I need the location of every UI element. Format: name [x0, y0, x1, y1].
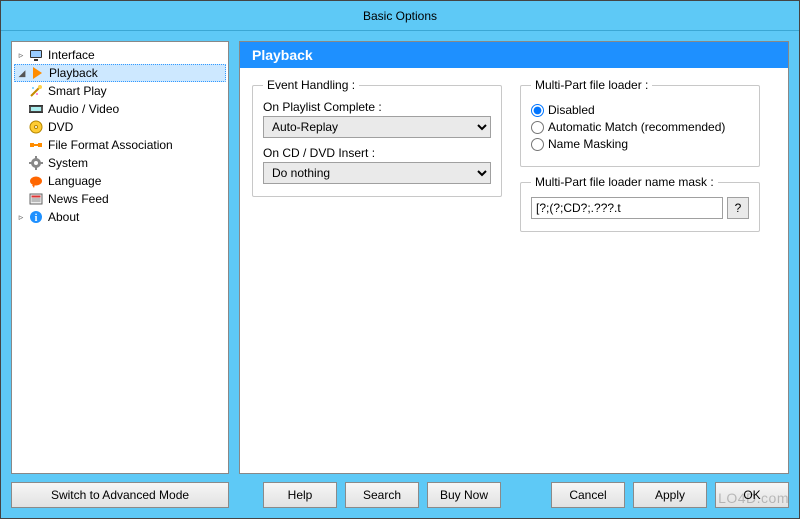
multipart-group: Multi-Part file loader : Disabled Automa…: [520, 78, 760, 167]
switch-mode-button[interactable]: Switch to Advanced Mode: [11, 482, 229, 508]
radio-label: Automatic Match (recommended): [548, 120, 725, 134]
expander-icon[interactable]: ▹: [16, 50, 26, 60]
help-button[interactable]: Help: [263, 482, 337, 508]
multipart-option-disabled[interactable]: Disabled: [531, 103, 749, 117]
radio-label: Name Masking: [548, 137, 628, 151]
cddvd-insert-select[interactable]: Do nothing: [263, 162, 491, 184]
multipart-mask-group: Multi-Part file loader name mask : ?: [520, 175, 760, 232]
media-icon: [28, 101, 44, 117]
apply-button[interactable]: Apply: [633, 482, 707, 508]
main-row: ▹ Interface ◢ Pl: [11, 41, 789, 474]
tree-item-fileformat[interactable]: ▹ File Format Association: [14, 136, 226, 154]
cancel-button[interactable]: Cancel: [551, 482, 625, 508]
tree-label: About: [46, 210, 79, 224]
window-title: Basic Options: [363, 9, 437, 23]
panel-body: Event Handling : On Playlist Complete : …: [240, 68, 788, 473]
cddvd-insert-label: On CD / DVD Insert :: [263, 146, 491, 160]
tree-label: News Feed: [46, 192, 109, 206]
options-window: Basic Options ▹ Interface: [0, 0, 800, 519]
nav-tree[interactable]: ▹ Interface ◢ Pl: [11, 41, 229, 474]
tree-label: Playback: [47, 66, 98, 80]
multipart-option-mask[interactable]: Name Masking: [531, 137, 749, 151]
tree-label: File Format Association: [46, 138, 173, 152]
gear-icon: [28, 155, 44, 171]
ok-button[interactable]: OK: [715, 482, 789, 508]
tree-item-about[interactable]: ▹ i About: [14, 208, 226, 226]
buy-now-button[interactable]: Buy Now: [427, 482, 501, 508]
titlebar: Basic Options: [1, 1, 799, 31]
event-handling-group: Event Handling : On Playlist Complete : …: [252, 78, 502, 197]
news-icon: [28, 191, 44, 207]
search-button[interactable]: Search: [345, 482, 419, 508]
tree-label: Audio / Video: [46, 102, 119, 116]
tree-item-playback[interactable]: ◢ Playback: [14, 64, 226, 82]
multipart-option-auto[interactable]: Automatic Match (recommended): [531, 120, 749, 134]
radio-label: Disabled: [548, 103, 595, 117]
mask-input[interactable]: [531, 197, 723, 219]
tree-item-system[interactable]: ▹ System: [14, 154, 226, 172]
play-icon: [29, 65, 45, 81]
tree-item-audiovideo[interactable]: ▹ Audio / Video: [14, 100, 226, 118]
mask-help-button[interactable]: ?: [727, 197, 749, 219]
tree-item-newsfeed[interactable]: ▹ News Feed: [14, 190, 226, 208]
event-handling-legend: Event Handling :: [263, 78, 359, 92]
expander-icon[interactable]: ▹: [16, 212, 26, 222]
svg-text:i: i: [35, 213, 38, 224]
expander-icon[interactable]: ◢: [17, 68, 27, 78]
info-icon: i: [28, 209, 44, 225]
tree-item-interface[interactable]: ▹ Interface: [14, 46, 226, 64]
tree-label: Interface: [46, 48, 95, 62]
multipart-legend: Multi-Part file loader :: [531, 78, 652, 92]
language-icon: [28, 173, 44, 189]
button-bar: Switch to Advanced Mode Help Search Buy …: [11, 482, 789, 508]
tree-label: Smart Play: [46, 84, 107, 98]
association-icon: [28, 137, 44, 153]
radio-disabled[interactable]: [531, 104, 544, 117]
tree-label: System: [46, 156, 88, 170]
tree-item-dvd[interactable]: ▹ DVD: [14, 118, 226, 136]
content-panel: Playback Event Handling : On Playlist Co…: [239, 41, 789, 474]
multipart-mask-legend: Multi-Part file loader name mask :: [531, 175, 718, 189]
dvd-icon: [28, 119, 44, 135]
tree-item-language[interactable]: ▹ Language: [14, 172, 226, 190]
tree-label: Language: [46, 174, 101, 188]
radio-mask[interactable]: [531, 138, 544, 151]
tree-label: DVD: [46, 120, 73, 134]
playlist-complete-select[interactable]: Auto-Replay: [263, 116, 491, 138]
monitor-icon: [28, 47, 44, 63]
radio-auto[interactable]: [531, 121, 544, 134]
wand-icon: [28, 83, 44, 99]
panel-title: Playback: [240, 42, 788, 68]
playlist-complete-label: On Playlist Complete :: [263, 100, 491, 114]
tree-item-smartplay[interactable]: ▹ Smart Play: [14, 82, 226, 100]
client-area: ▹ Interface ◢ Pl: [1, 31, 799, 518]
